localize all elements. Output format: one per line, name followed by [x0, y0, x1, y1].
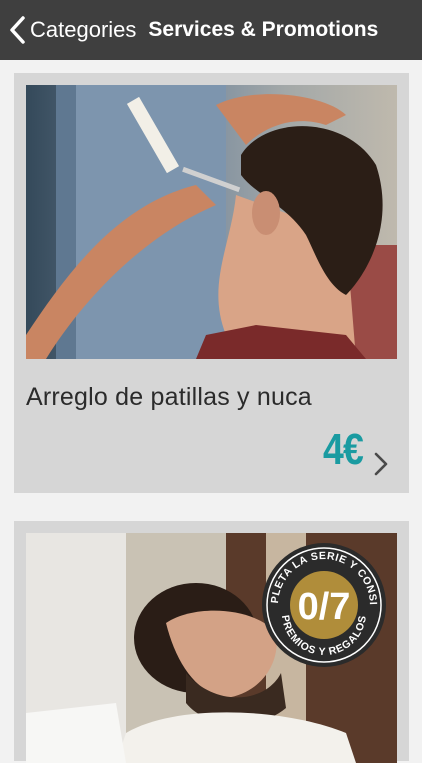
service-photo	[26, 85, 397, 359]
chevron-right-icon[interactable]	[373, 451, 389, 477]
chevron-left-icon	[10, 16, 25, 44]
service-card[interactable]: Arreglo de patillas y nuca 4€	[14, 73, 409, 493]
navigation-bar: Categories Services & Promotions	[0, 0, 422, 60]
loyalty-badge: COMPLETA LA SERIE Y CONSIGUE PREMIOS Y R…	[260, 541, 386, 667]
service-price: 4€	[323, 425, 364, 474]
promotion-card[interactable]: COMPLETA LA SERIE Y CONSIGUE PREMIOS Y R…	[14, 521, 409, 763]
back-button[interactable]: Categories	[0, 0, 136, 60]
page-title: Services & Promotions	[148, 18, 379, 41]
back-label: Categories	[30, 17, 137, 42]
service-title: Arreglo de patillas y nuca	[26, 383, 312, 411]
badge-count: 0/7	[298, 586, 351, 628]
